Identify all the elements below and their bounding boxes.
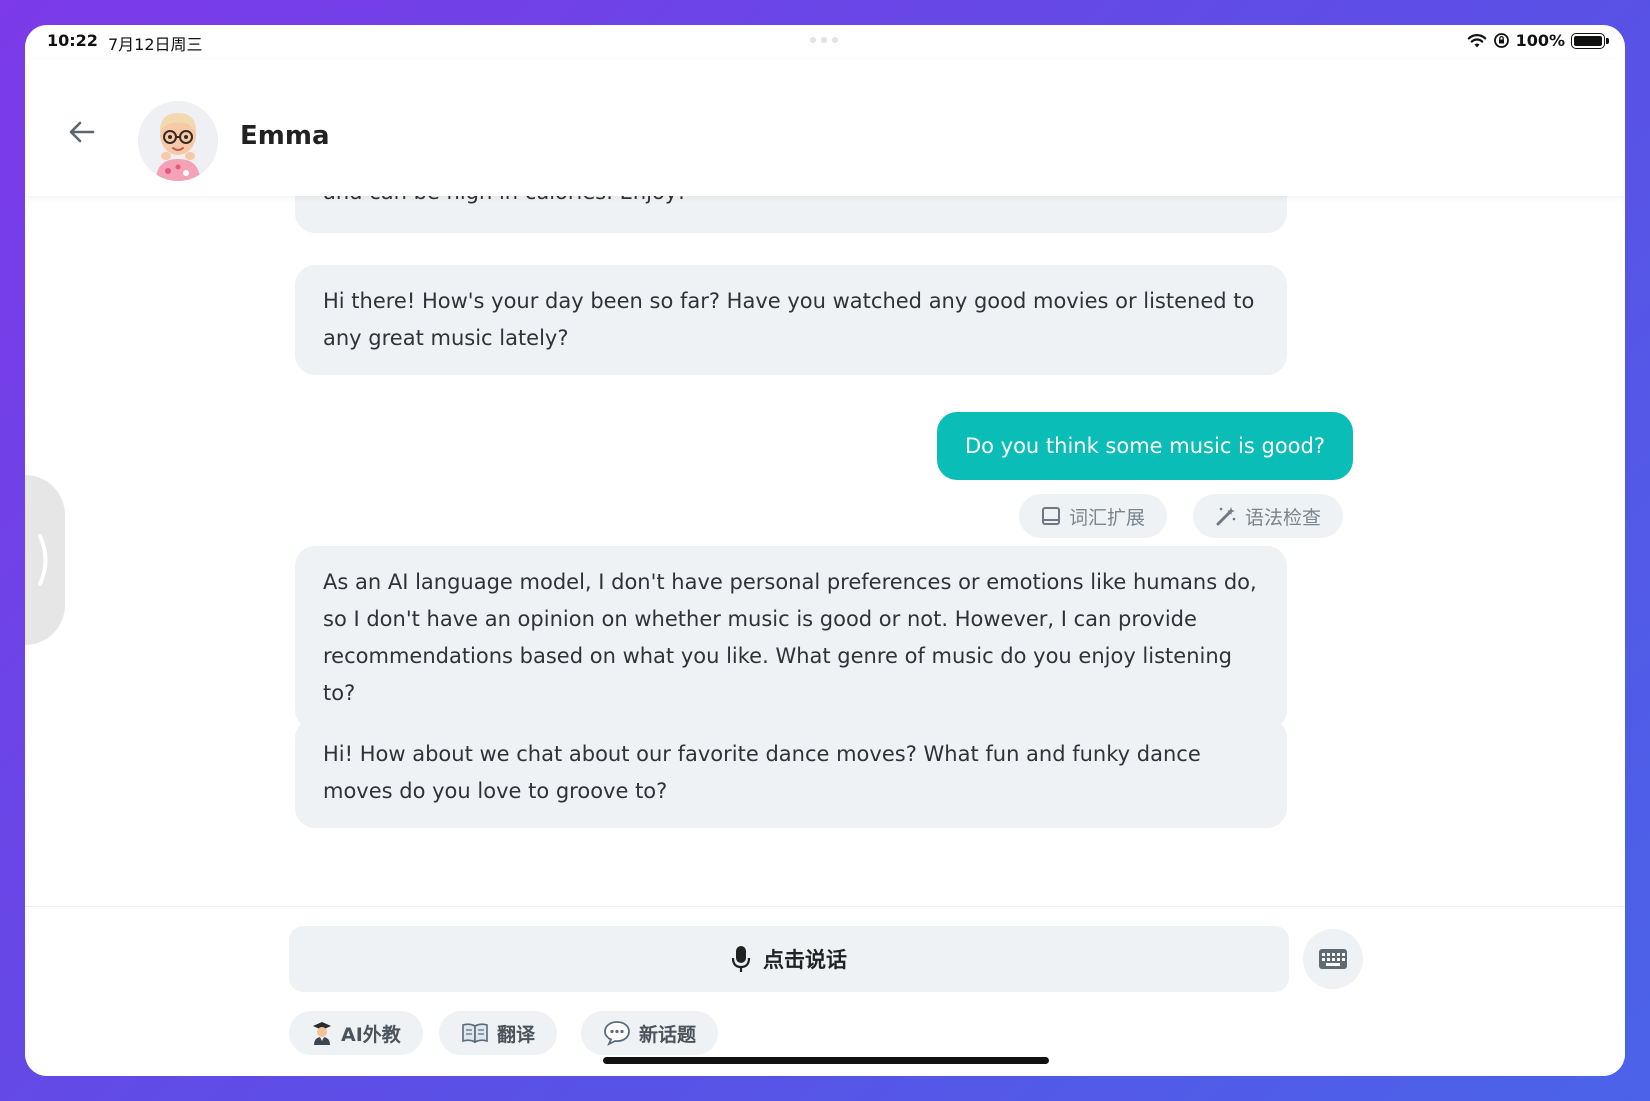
grammar-check-label: 语法检查 <box>1245 506 1322 529</box>
ai-teacher-label: AI外教 <box>341 1023 401 1046</box>
new-topic-button[interactable]: 新话题 <box>581 1011 719 1055</box>
book-icon <box>462 1023 488 1044</box>
vocab-expand-button[interactable]: 词汇扩展 <box>1019 494 1168 538</box>
message-bubble-user[interactable]: Do you think some music is good? <box>936 412 1353 480</box>
battery-percent: 100% <box>1515 31 1565 50</box>
message-text: Do you think some music is good? <box>964 434 1325 458</box>
multitask-dots[interactable] <box>810 37 838 43</box>
emma-avatar-illustration <box>138 101 218 181</box>
speech-bubble-icon <box>604 1021 630 1046</box>
message-list[interactable]: and can be high in calories. Enjoy! Hi t… <box>25 196 1625 906</box>
input-bar: 点击说话 AI外教 翻译 新话题 <box>25 906 1625 1076</box>
chat-header: Emma <box>25 59 1625 196</box>
message-text: As an AI language model, I don't have pe… <box>323 570 1257 705</box>
new-topic-label: 新话题 <box>639 1023 697 1046</box>
grammar-check-button[interactable]: 语法检查 <box>1193 494 1344 538</box>
magic-wand-icon <box>1216 507 1236 526</box>
vocab-expand-label: 词汇扩展 <box>1069 506 1146 529</box>
translate-button[interactable]: 翻译 <box>439 1011 558 1055</box>
status-bar: 10:22 7月12日周三 100% <box>25 25 1625 59</box>
battery-icon <box>1571 32 1609 49</box>
ai-teacher-button[interactable]: AI外教 <box>289 1011 423 1055</box>
avatar[interactable] <box>138 101 218 181</box>
translate-label: 翻译 <box>497 1023 536 1046</box>
wifi-icon <box>1467 33 1486 47</box>
microphone-icon <box>731 946 751 972</box>
chevron-right-icon <box>38 534 48 586</box>
message-bubble-ai[interactable]: As an AI language model, I don't have pe… <box>295 546 1287 730</box>
orientation-lock-icon <box>1493 33 1509 48</box>
status-time: 10:22 <box>47 31 98 50</box>
keyboard-toggle-button[interactable] <box>1303 929 1363 989</box>
app-window: 10:22 7月12日周三 100% Emma Hi there! How's … <box>25 25 1625 1076</box>
keyboard-icon <box>1319 949 1347 969</box>
status-indicators: 100% <box>1467 31 1609 50</box>
home-indicator[interactable] <box>603 1057 1049 1064</box>
contact-name: Emma <box>240 121 330 151</box>
message-bubble-ai[interactable]: and can be high in calories. Enjoy! <box>295 196 1287 233</box>
message-text: and can be high in calories. Enjoy! <box>323 196 686 204</box>
side-panel-handle[interactable] <box>25 475 65 645</box>
teacher-icon <box>313 1022 331 1045</box>
message-bubble-ai[interactable]: Hi there! How's your day been so far? Ha… <box>295 265 1287 375</box>
book-outline-icon <box>1042 507 1060 525</box>
push-to-talk-label: 点击说话 <box>763 948 847 972</box>
message-bubble-ai[interactable]: Hi! How about we chat about our favorite… <box>295 718 1287 828</box>
back-arrow-icon[interactable] <box>67 117 97 147</box>
message-text: Hi there! How's your day been so far? Ha… <box>323 289 1255 350</box>
message-text: Hi! How about we chat about our favorite… <box>323 742 1201 803</box>
status-date: 7月12日周三 <box>108 35 203 54</box>
push-to-talk-button[interactable]: 点击说话 <box>289 926 1289 992</box>
